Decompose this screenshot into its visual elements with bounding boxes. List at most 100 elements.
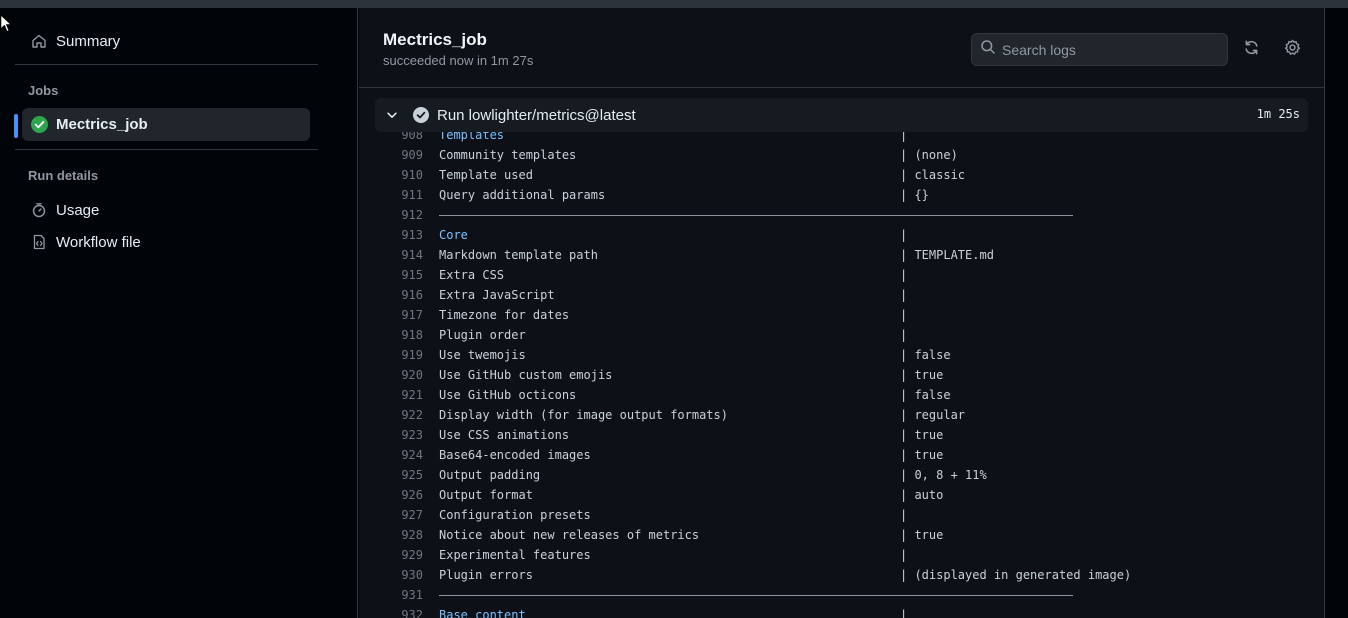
- check-circle-icon: [413, 107, 429, 123]
- line-number[interactable]: 931: [379, 585, 423, 605]
- line-number[interactable]: 915: [379, 265, 423, 285]
- line-number[interactable]: 909: [379, 145, 423, 165]
- step-header[interactable]: Run lowlighter/metrics@latest 1m 25s: [375, 98, 1308, 132]
- log-setting-value: |: [900, 132, 915, 142]
- line-number[interactable]: 917: [379, 305, 423, 325]
- line-number[interactable]: 923: [379, 425, 423, 445]
- log-setting-name: Plugin errors: [439, 568, 533, 582]
- refresh-button[interactable]: [1240, 39, 1262, 61]
- line-number[interactable]: 932: [379, 605, 423, 618]
- log-line: 912: [359, 205, 1324, 225]
- selected-indicator: [14, 114, 18, 138]
- log-line: 926 Output format | auto: [359, 485, 1324, 505]
- line-number[interactable]: 913: [379, 225, 423, 245]
- line-number[interactable]: 919: [379, 345, 423, 365]
- log-line: 911 Query additional params | {}: [359, 185, 1324, 205]
- line-number[interactable]: 910: [379, 165, 423, 185]
- log-line: 919 Use twemojis | false: [359, 345, 1324, 365]
- step-title: Run lowlighter/metrics@latest: [437, 106, 636, 124]
- log-setting-name: Extra JavaScript: [439, 288, 555, 302]
- log-output: 908 Templates | 909 Community templates | (n…: [359, 132, 1324, 618]
- sidebar-item-label: Workflow file: [56, 233, 141, 251]
- run-details-section-title: Run details: [28, 168, 99, 183]
- line-number[interactable]: 912: [379, 205, 423, 225]
- sidebar-divider: [15, 64, 318, 65]
- log-line: 918 Plugin order |: [359, 325, 1324, 345]
- sidebar-item-job[interactable]: Mectrics_job: [22, 108, 310, 141]
- sidebar-item-label: Mectrics_job: [56, 116, 148, 133]
- chevron-down-icon[interactable]: [385, 108, 399, 122]
- line-number[interactable]: 908: [379, 132, 423, 145]
- log-setting-name: Markdown template path: [439, 248, 598, 262]
- sidebar-item-label: Usage: [56, 201, 100, 219]
- log-line: 909 Community templates | (none): [359, 145, 1324, 165]
- line-number[interactable]: 928: [379, 525, 423, 545]
- line-number[interactable]: 920: [379, 365, 423, 385]
- line-number[interactable]: 922: [379, 405, 423, 425]
- search-input[interactable]: [1002, 41, 1212, 58]
- mouse-cursor-icon: [0, 14, 12, 33]
- log-setting-value: | TEMPLATE.md: [900, 248, 994, 262]
- log-section-heading: Templates: [439, 132, 505, 142]
- line-number[interactable]: 927: [379, 505, 423, 525]
- job-status-text: succeeded now in 1m 27s: [383, 53, 534, 68]
- line-number[interactable]: 911: [379, 185, 423, 205]
- sidebar-divider: [15, 149, 318, 150]
- log-setting-value: | regular: [900, 408, 966, 422]
- log-setting-name: Output padding: [439, 468, 541, 482]
- line-number[interactable]: 925: [379, 465, 423, 485]
- line-number[interactable]: 918: [379, 325, 423, 345]
- log-setting-value: |: [900, 508, 915, 522]
- log-setting-value: |: [900, 288, 915, 302]
- check-circle-icon: [28, 114, 50, 136]
- log-setting-value: | classic: [900, 168, 966, 182]
- log-section-heading: Base content: [439, 608, 526, 618]
- log-setting-value: | {}: [900, 188, 929, 202]
- page-edge: [1324, 8, 1348, 618]
- gear-icon: [1284, 39, 1301, 61]
- log-line: 916 Extra JavaScript |: [359, 285, 1324, 305]
- log-setting-value: | true: [900, 448, 944, 462]
- line-number[interactable]: 924: [379, 445, 423, 465]
- log-setting-name: Base64-encoded images: [439, 448, 591, 462]
- sidebar-item-label: Summary: [56, 32, 121, 50]
- sidebar-item-workflow-file[interactable]: Workflow file: [22, 227, 312, 257]
- page-title: Mectrics_job: [383, 30, 487, 49]
- log-line: 910 Template used | classic: [359, 165, 1324, 185]
- log-line: 923 Use CSS animations | true: [359, 425, 1324, 445]
- line-number[interactable]: 926: [379, 485, 423, 505]
- log-line: 917 Timezone for dates |: [359, 305, 1324, 325]
- log-setting-value: | true: [900, 428, 944, 442]
- log-setting-value: |: [900, 548, 915, 562]
- home-icon: [28, 30, 50, 52]
- log-line: 914 Markdown template path | TEMPLATE.md: [359, 245, 1324, 265]
- log-line: 915 Extra CSS |: [359, 265, 1324, 285]
- log-setting-name: Community templates: [439, 148, 577, 162]
- line-number[interactable]: 916: [379, 285, 423, 305]
- sidebar: Summary Jobs Mectrics_job Run details Us…: [0, 8, 358, 618]
- line-number[interactable]: 929: [379, 545, 423, 565]
- log-line: 930 Plugin errors | (displayed in generate…: [359, 565, 1324, 585]
- search-logs[interactable]: [971, 33, 1228, 66]
- settings-button[interactable]: [1281, 39, 1303, 61]
- sidebar-item-summary[interactable]: Summary: [22, 26, 312, 56]
- sidebar-item-usage[interactable]: Usage: [22, 195, 312, 225]
- line-number[interactable]: 921: [379, 385, 423, 405]
- stopwatch-icon: [28, 199, 50, 221]
- log-setting-value: | true: [900, 368, 944, 382]
- log-setting-value: |: [900, 268, 915, 282]
- file-code-icon: [28, 231, 50, 253]
- log-separator: [439, 215, 1073, 216]
- step-duration: 1m 25s: [1256, 107, 1300, 121]
- log-setting-name: Plugin order: [439, 328, 526, 342]
- log-setting-value: | false: [900, 388, 951, 402]
- log-line: 924 Base64-encoded images | true: [359, 445, 1324, 465]
- line-number[interactable]: 930: [379, 565, 423, 585]
- log-setting-name: Use GitHub octicons: [439, 388, 577, 402]
- line-number[interactable]: 914: [379, 245, 423, 265]
- log-line: 921 Use GitHub octicons | false: [359, 385, 1324, 405]
- search-icon: [980, 39, 996, 60]
- log-line: 932 Base content |: [359, 605, 1324, 618]
- log-line: 908 Templates |: [359, 132, 1324, 145]
- sync-icon: [1243, 39, 1260, 61]
